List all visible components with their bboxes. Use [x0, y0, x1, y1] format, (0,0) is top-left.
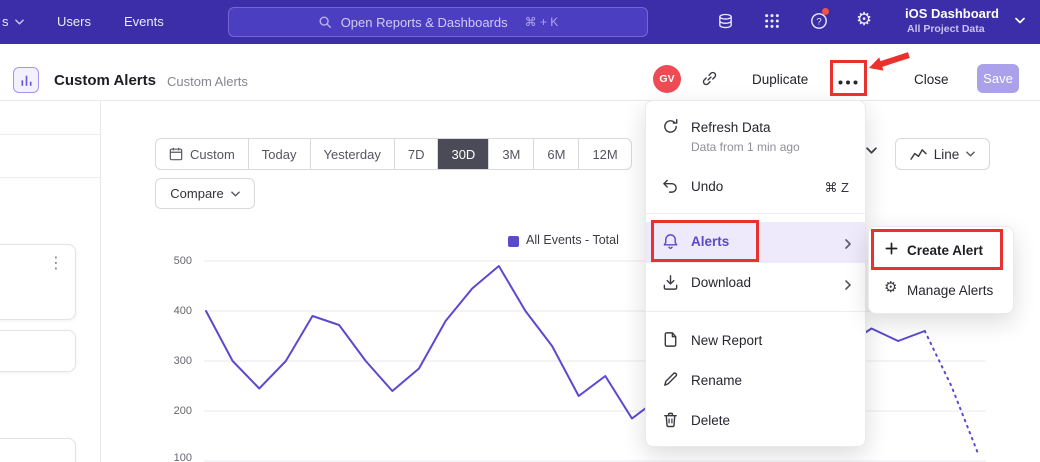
y-axis-tick: 200: [158, 405, 192, 417]
sidebar-card[interactable]: [0, 244, 76, 320]
nav-item-events[interactable]: Events: [124, 14, 164, 29]
app-screen: 500 400 300 200 100 All Events - Total ⋮…: [0, 0, 1040, 462]
date-range-label: 6M: [547, 147, 565, 162]
chevron-right-icon: [845, 236, 851, 254]
date-range-label: Today: [262, 147, 297, 162]
sidebar-list-separator: [0, 134, 100, 135]
y-axis-tick: 300: [158, 355, 192, 367]
sidebar-list-separator: [0, 177, 100, 178]
report-type-icon: [13, 67, 39, 93]
date-range-custom[interactable]: Custom: [156, 139, 248, 169]
line-chart-icon: [910, 148, 927, 161]
date-range-label: 7D: [408, 147, 425, 162]
svg-text:?: ?: [816, 17, 821, 28]
refresh-icon: [662, 118, 679, 139]
more-options-menu: Refresh Data Data from 1 min ago Undo ⌘ …: [645, 100, 866, 447]
project-title[interactable]: iOS Dashboard: [905, 6, 999, 21]
annotation-box-alerts-item: [651, 220, 759, 262]
menu-divider: [646, 311, 865, 312]
date-range-12m[interactable]: 12M: [578, 139, 630, 169]
chart-type-label: Line: [934, 147, 960, 162]
date-range-today[interactable]: Today: [248, 139, 310, 169]
undo-icon: [662, 179, 679, 198]
chevron-down-icon: [231, 191, 240, 197]
menu-item-new-report[interactable]: New Report: [691, 333, 762, 348]
menu-item-rename[interactable]: Rename: [691, 373, 742, 388]
data-management-icon[interactable]: [717, 13, 734, 34]
date-range-label: 3M: [502, 147, 520, 162]
chevron-down-icon: [966, 151, 975, 157]
download-icon: [662, 274, 679, 295]
legend-color-swatch: [508, 236, 519, 247]
chevron-right-icon: [845, 277, 851, 295]
menu-item-undo[interactable]: Undo: [691, 179, 723, 194]
search-shortcut-hint: ⌘ + K: [525, 15, 559, 29]
chevron-down-icon: [15, 19, 24, 25]
close-button[interactable]: Close: [914, 72, 949, 87]
annotation-box-more-button: [830, 60, 867, 96]
chart-type-selector[interactable]: Line: [895, 138, 990, 170]
breadcrumb: Custom Alerts: [167, 74, 248, 89]
page-title: Custom Alerts: [54, 72, 156, 89]
new-report-icon: [662, 331, 679, 352]
legend-series-label[interactable]: All Events - Total: [526, 233, 619, 247]
manage-alerts-gear-icon: ⚙: [884, 280, 897, 295]
duplicate-button[interactable]: Duplicate: [752, 72, 808, 87]
date-range-yesterday[interactable]: Yesterday: [310, 139, 394, 169]
y-axis-tick: 100: [158, 452, 192, 462]
sidebar-card[interactable]: [0, 438, 76, 462]
search-placeholder: Open Reports & Dashboards: [341, 15, 508, 30]
y-axis-tick: 500: [158, 255, 192, 267]
chevron-down-icon[interactable]: [1015, 17, 1025, 24]
kebab-menu-icon[interactable]: ⋮: [48, 256, 64, 272]
sidebar-card[interactable]: [0, 330, 76, 372]
date-range-label: 30D: [451, 147, 475, 162]
date-range-6m[interactable]: 6M: [533, 139, 578, 169]
chevron-down-icon[interactable]: [866, 147, 877, 154]
compare-label: Compare: [170, 186, 223, 201]
nav-item-users[interactable]: Users: [57, 14, 91, 29]
date-range-3m[interactable]: 3M: [488, 139, 533, 169]
menu-item-refresh-sublabel: Data from 1 min ago: [691, 140, 800, 154]
save-button[interactable]: Save: [977, 64, 1019, 93]
date-range-label: Custom: [190, 147, 235, 162]
compare-button[interactable]: Compare: [155, 178, 255, 209]
delete-trash-icon: [662, 411, 679, 432]
annotation-box-create-alert: [871, 229, 1003, 270]
copy-link-icon[interactable]: [701, 70, 718, 92]
apps-grid-icon[interactable]: [764, 13, 780, 33]
rename-pencil-icon: [662, 371, 679, 392]
menu-item-delete[interactable]: Delete: [691, 413, 730, 428]
settings-gear-icon[interactable]: ⚙: [856, 10, 872, 28]
report-header: [0, 44, 1040, 101]
date-range-label: Yesterday: [324, 147, 381, 162]
calendar-icon: [169, 147, 183, 161]
submenu-item-manage-alerts[interactable]: Manage Alerts: [907, 283, 993, 298]
date-range-segmented-control: Custom Today Yesterday 7D 30D 3M 6M 12M: [155, 138, 632, 170]
sidebar-divider: [100, 101, 101, 462]
date-range-label: 12M: [592, 147, 617, 162]
date-range-7d[interactable]: 7D: [394, 139, 438, 169]
project-subtitle: All Project Data: [907, 23, 985, 35]
search-icon: [318, 15, 332, 29]
search-input[interactable]: Open Reports & Dashboards ⌘ + K: [228, 7, 648, 37]
help-icon[interactable]: ?: [810, 12, 828, 34]
menu-item-refresh-data[interactable]: Refresh Data: [691, 120, 771, 135]
menu-divider: [646, 213, 865, 214]
undo-shortcut: ⌘ Z: [824, 180, 849, 196]
top-nav-bar: s Users Events Open Reports & Dashboards…: [0, 0, 1040, 44]
date-range-30d-selected[interactable]: 30D: [437, 139, 488, 169]
avatar[interactable]: GV: [653, 65, 681, 93]
notification-dot: [822, 8, 829, 15]
menu-item-download[interactable]: Download: [691, 275, 751, 290]
y-axis-tick: 400: [158, 305, 192, 317]
nav-item-partial[interactable]: s: [2, 14, 9, 29]
